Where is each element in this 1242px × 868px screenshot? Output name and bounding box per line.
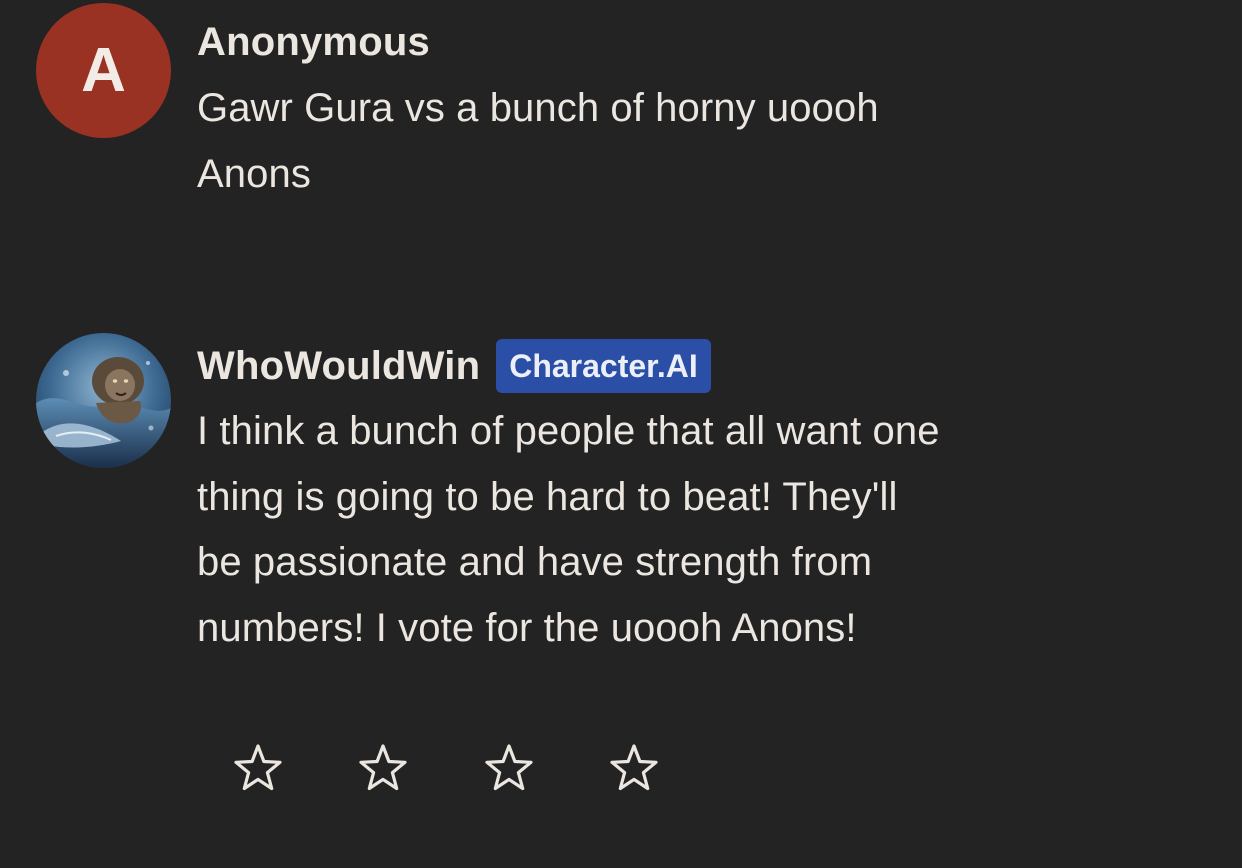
bot-avatar[interactable]	[36, 333, 171, 468]
message-line: be passionate and have strength from	[197, 540, 873, 584]
lion-whale-avatar-icon	[36, 333, 171, 468]
user-avatar[interactable]: A	[36, 3, 171, 138]
author-name: WhoWouldWin	[197, 343, 481, 388]
star-outline-icon	[610, 744, 658, 791]
bot-name-row: WhoWouldWin Character.AI	[197, 338, 711, 394]
star-4-button[interactable]	[608, 740, 660, 796]
message-text: I think a bunch of people that all want …	[197, 399, 1077, 661]
message-text: Gawr Gura vs a bunch of horny uoooh Anon…	[197, 76, 997, 207]
message-line: numbers! I vote for the uoooh Anons!	[197, 605, 857, 650]
rating-stars	[0, 740, 1242, 800]
star-1-button[interactable]	[232, 740, 284, 796]
message-line: Anons	[197, 151, 311, 196]
star-2-button[interactable]	[357, 740, 409, 796]
character-ai-badge: Character.AI	[496, 339, 711, 393]
star-outline-icon	[359, 744, 407, 791]
message-line: Gawr Gura vs a bunch of horny uoooh	[197, 86, 879, 130]
star-outline-icon	[234, 744, 282, 791]
avatar-letter: A	[81, 36, 126, 105]
star-3-button[interactable]	[483, 740, 535, 796]
message-line: I think a bunch of people that all want …	[197, 409, 940, 453]
star-outline-icon	[485, 744, 533, 791]
user-name-row: Anonymous	[197, 14, 430, 70]
author-name: Anonymous	[197, 19, 430, 64]
message-line: thing is going to be hard to beat! They'…	[197, 474, 898, 519]
